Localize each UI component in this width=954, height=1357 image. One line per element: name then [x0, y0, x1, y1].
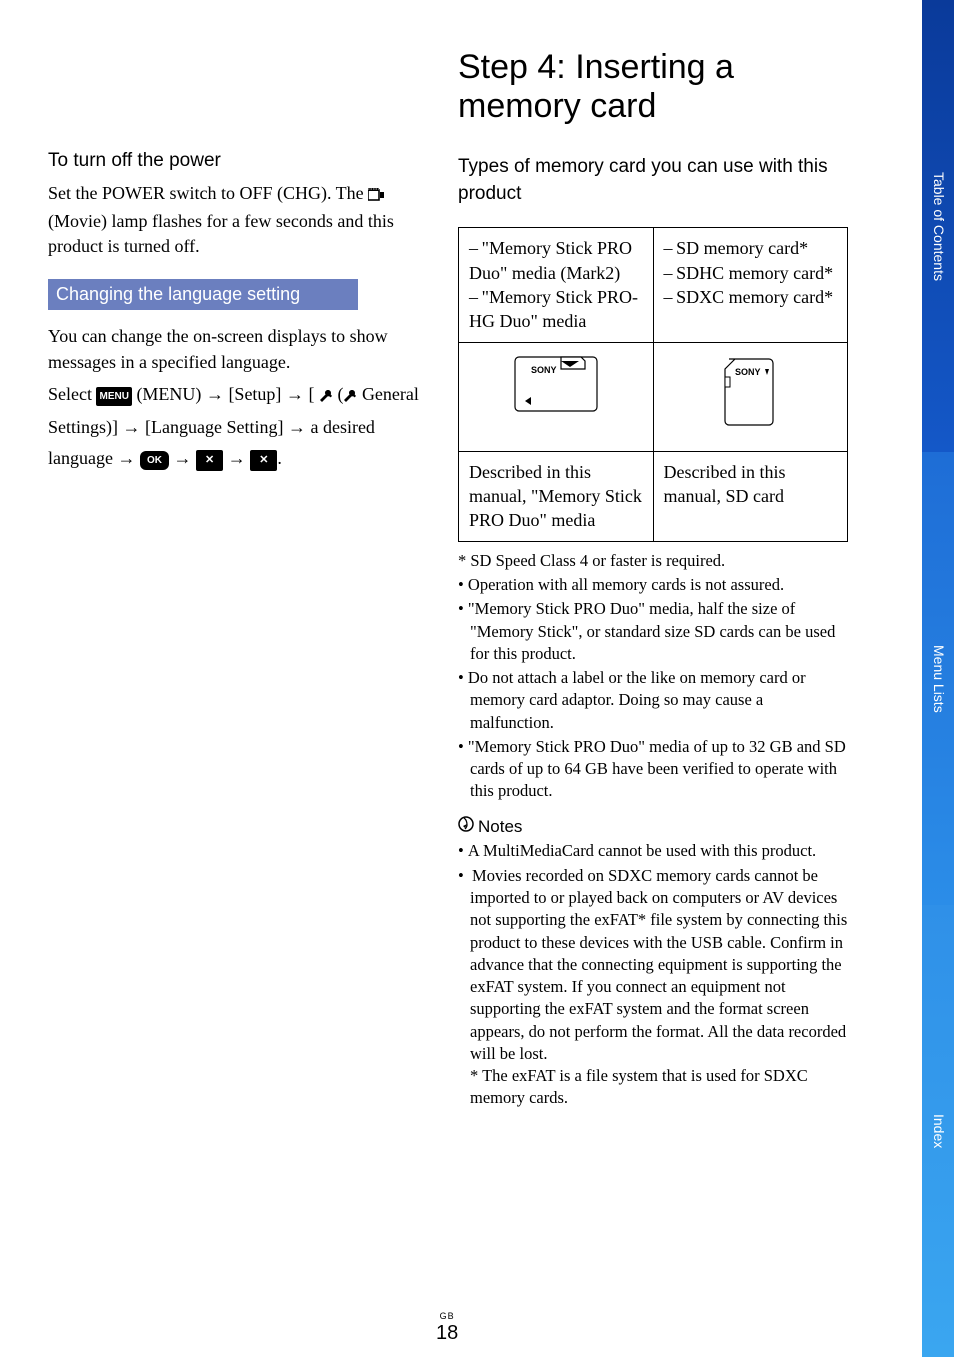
memory-stick-pro-duo-icon: SONY [501, 351, 611, 437]
memory-stick-image-cell: SONY [459, 342, 654, 451]
heading-power-off: To turn off the power [48, 148, 438, 175]
close-button-icon: ✕ [196, 450, 223, 471]
page-body: To turn off the power Set the POWER swit… [48, 48, 848, 1308]
list-item: "Memory Stick PRO Duo" media, half the s… [470, 598, 848, 665]
list-item: SDXC memory card* [664, 285, 838, 309]
exfat-footnote: * The exFAT is a file system that is use… [470, 1066, 808, 1107]
movie-icon [368, 184, 384, 209]
list-item: Do not attach a label or the like on mem… [470, 667, 848, 734]
page-num-value: 18 [436, 1319, 458, 1347]
svg-text:SONY: SONY [735, 367, 761, 377]
heading-language-bar: Changing the language setting [48, 279, 358, 310]
wrench-icon [343, 382, 357, 413]
table-cell: Described in this manual, SD card [653, 451, 848, 541]
notes-heading: Notes [458, 815, 848, 839]
list-item: Movies recorded on SDXC memory cards can… [470, 865, 848, 1110]
ok-button-icon: OK [140, 451, 169, 470]
power-text-2: (Movie) lamp flashes for a few seconds a… [48, 211, 394, 256]
menu-button-icon: MENU [96, 387, 131, 406]
memory-card-table: "Memory Stick PRO Duo" media (Mark2) "Me… [458, 227, 848, 541]
sd-card-image-cell: SONY [653, 342, 848, 451]
left-column: To turn off the power Set the POWER swit… [48, 48, 438, 1308]
tab-index[interactable]: Index [922, 905, 954, 1357]
notes-icon [458, 815, 474, 839]
table-cell: SD memory card* SDHC memory card* SDXC m… [653, 228, 848, 342]
txt: [Setup] [228, 384, 286, 404]
language-intro: You can change the on-screen displays to… [48, 324, 438, 374]
list-item: SD Speed Class 4 or faster is required. [470, 550, 848, 572]
txt: (MENU) [136, 384, 206, 404]
notes-label: Notes [478, 815, 522, 839]
table-cell: Described in this manual, "Memory Stick … [459, 451, 654, 541]
list-item: "Memory Stick PRO-HG Duo" media [469, 285, 643, 334]
wrench-icon [319, 382, 333, 413]
list: "Memory Stick PRO Duo" media (Mark2) "Me… [469, 236, 643, 333]
list-item: A MultiMediaCard cannot be used with thi… [470, 840, 848, 862]
txt: [Language Setting] [145, 417, 288, 437]
list-item: Operation with all memory cards is not a… [470, 574, 848, 596]
txt: [ [308, 384, 314, 404]
tab-menu-lists[interactable]: Menu Lists [922, 452, 954, 904]
tab-table-of-contents[interactable]: Table of Contents [922, 0, 954, 452]
sd-card-icon: SONY [695, 351, 805, 437]
power-text-1: Set the POWER switch to OFF (CHG). The [48, 183, 368, 203]
list-item: "Memory Stick PRO Duo" media (Mark2) [469, 236, 643, 285]
note-text: Movies recorded on SDXC memory cards can… [470, 866, 847, 1063]
list: SD memory card* SDHC memory card* SDXC m… [664, 236, 838, 309]
right-column: Step 4: Inserting a memory card Types of… [458, 48, 848, 1308]
heading-card-types: Types of memory card you can use with th… [458, 154, 848, 207]
footnote-list: SD Speed Class 4 or faster is required. … [458, 550, 848, 805]
list-item: "Memory Stick PRO Duo" media of up to 32… [470, 736, 848, 803]
page-number: GB 18 [436, 1310, 458, 1347]
heading-step4: Step 4: Inserting a memory card [458, 48, 848, 126]
table-cell: "Memory Stick PRO Duo" media (Mark2) "Me… [459, 228, 654, 342]
list-item: SD memory card* [664, 236, 838, 260]
close-button-icon: ✕ [250, 450, 277, 471]
language-steps: Select MENU (MENU) → [Setup] → [ ( ( Gen… [48, 379, 438, 474]
txt: Select [48, 384, 96, 404]
side-tabs: Table of Contents Menu Lists Index [922, 0, 954, 1357]
svg-text:SONY: SONY [531, 365, 557, 375]
power-off-text: Set the POWER switch to OFF (CHG). The (… [48, 181, 438, 260]
list-item: SDHC memory card* [664, 261, 838, 285]
notes-list: A MultiMediaCard cannot be used with thi… [458, 840, 848, 1111]
